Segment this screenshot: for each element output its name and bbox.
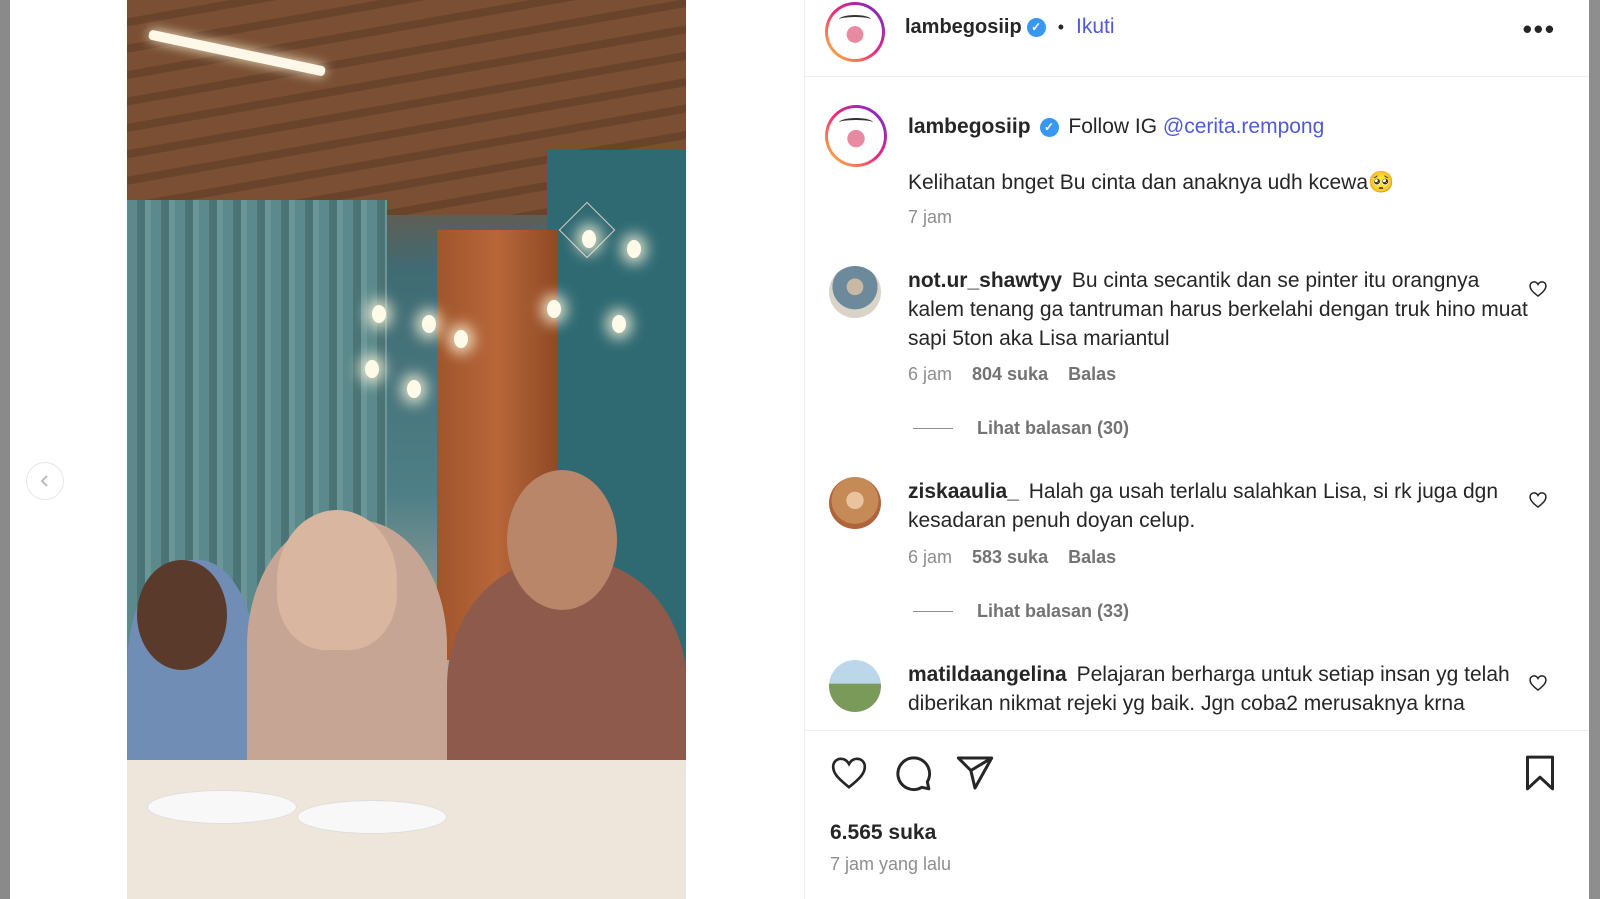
commenter-avatar[interactable] (829, 660, 881, 712)
video-lamp (372, 305, 386, 323)
caption-body: Kelihatan bnget Bu cinta dan anaknya udh… (908, 171, 1395, 194)
comment-like-heart-icon[interactable] (1528, 279, 1548, 299)
caption-time: 7 jam (908, 207, 953, 227)
view-replies-label: Lihat balasan (30) (977, 418, 1130, 438)
author-logo (830, 110, 882, 162)
video-lamp (612, 315, 626, 333)
commenter-avatar[interactable] (829, 477, 881, 529)
post-actions: 6.565 suka 7 jam yang lalu (805, 730, 1590, 899)
video-person-head (507, 470, 617, 610)
video-lamp (627, 240, 641, 258)
bookmark-icon[interactable] (1520, 753, 1560, 793)
backdrop-edge (0, 0, 10, 899)
video-plate (147, 790, 297, 824)
author-avatar[interactable] (825, 2, 885, 62)
video-plate (297, 800, 447, 834)
header-separator: • (1057, 16, 1065, 37)
comment-reply-button[interactable]: Balas (1068, 547, 1116, 568)
post-time: 7 jam yang lalu (830, 854, 952, 874)
replies-divider (913, 611, 953, 612)
view-replies-button[interactable]: Lihat balasan (33) (913, 601, 1129, 622)
video-lamp (407, 380, 421, 398)
video-lamp (422, 315, 436, 333)
follow-button[interactable]: Ikuti (1076, 15, 1115, 39)
more-options-button[interactable]: ••• (1523, 14, 1556, 45)
view-replies-label: Lihat balasan (33) (977, 601, 1130, 621)
view-replies-button[interactable]: Lihat balasan (30) (913, 418, 1129, 439)
caption-mention-link[interactable]: @cerita.rempong (1163, 115, 1324, 138)
comment-time: 6 jam (908, 547, 953, 567)
post-media-area (0, 0, 804, 899)
verified-badge-icon: ✓ (1026, 17, 1046, 37)
caption-avatar[interactable] (825, 105, 887, 167)
post-panel: lambegosiip ✓ • Ikuti ••• lambegosiip ✓ F… (804, 0, 1590, 899)
caption-username[interactable]: lambegosiip (908, 115, 1031, 138)
comment-like-heart-icon[interactable] (1528, 673, 1548, 693)
heart-icon[interactable] (829, 753, 869, 793)
chevron-left-icon (40, 475, 48, 487)
caption-prefix: Follow IG (1068, 115, 1158, 138)
video-lamp (547, 300, 561, 318)
post-video[interactable] (127, 0, 686, 899)
video-lamp (365, 360, 379, 378)
post-header: lambegosiip ✓ • Ikuti ••• (805, 0, 1590, 77)
comment-username[interactable]: ziskaaulia_ (908, 480, 1019, 503)
comments-list[interactable]: lambegosiip ✓ Follow IG @cerita.rempong K… (805, 77, 1590, 730)
comment-reply-button[interactable]: Balas (1068, 364, 1116, 385)
video-lamp (454, 330, 468, 348)
carousel-prev-button[interactable] (26, 462, 64, 500)
comment-likes-count[interactable]: 804 suka (972, 364, 1048, 385)
comment-username[interactable]: matildaangelina (908, 663, 1067, 686)
author-logo (830, 7, 880, 57)
verified-badge-icon: ✓ (1039, 117, 1059, 137)
send-icon[interactable] (955, 753, 995, 793)
video-person-head (137, 560, 227, 670)
comment-like-heart-icon[interactable] (1528, 490, 1548, 510)
replies-divider (913, 428, 953, 429)
comment-time: 6 jam (908, 364, 953, 384)
post-likes-count[interactable]: 6.565 suka (830, 821, 936, 845)
video-lamp (582, 230, 596, 248)
comment-username[interactable]: not.ur_shawtyy (908, 269, 1062, 292)
backdrop-edge (1589, 0, 1600, 899)
video-person-head (277, 510, 397, 650)
commenter-avatar[interactable] (829, 266, 881, 318)
author-username[interactable]: lambegosiip (905, 16, 1022, 39)
comment-icon[interactable] (893, 753, 933, 793)
comment-likes-count[interactable]: 583 suka (972, 547, 1048, 568)
